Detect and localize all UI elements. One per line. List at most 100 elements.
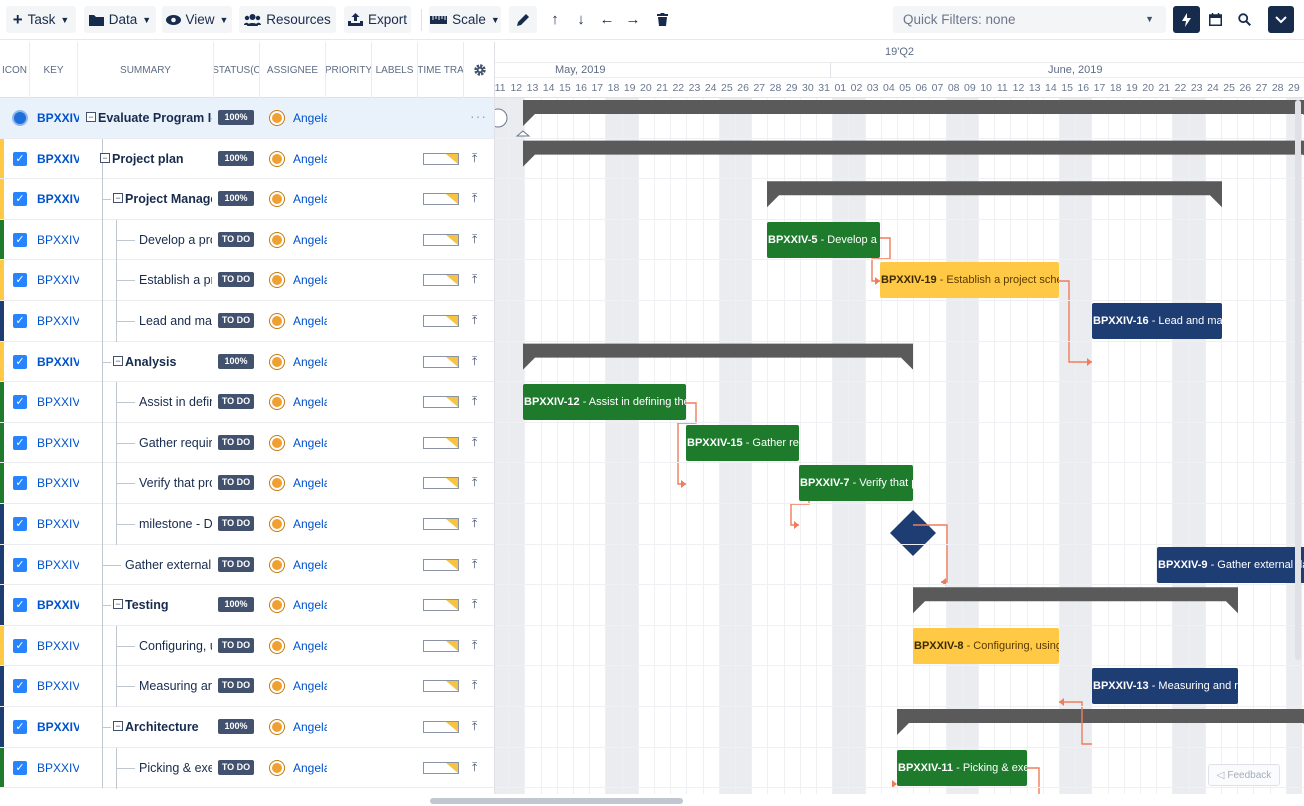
pin-to-top-icon[interactable]: ⤒ <box>472 313 477 328</box>
issue-summary[interactable]: Architecture <box>125 707 212 747</box>
column-header-time-tracking[interactable]: TIME TRA <box>418 42 464 98</box>
assignee-name[interactable]: Angela <box>293 666 327 706</box>
issue-summary[interactable]: Picking & executing <box>139 748 212 788</box>
issue-key[interactable]: BPXXIV <box>37 585 79 625</box>
issue-key[interactable]: BPXXIV <box>37 423 79 463</box>
pin-to-top-icon[interactable]: ⤒ <box>472 354 477 369</box>
vertical-scrollbar[interactable] <box>1295 100 1301 660</box>
assignee-name[interactable]: Angela <box>293 342 327 382</box>
task-bar[interactable]: BPXXIV-7 - Verify that process <box>799 465 913 502</box>
column-header-priority[interactable]: PRIORITY <box>326 42 372 98</box>
task-bar[interactable]: BPXXIV-11 - Picking & executing <box>897 749 1027 786</box>
collapse-toggle-icon[interactable]: − <box>100 152 110 163</box>
task-bar[interactable]: BPXXIV-12 - Assist in defining the <box>523 384 686 421</box>
issue-key[interactable]: BPXXIV <box>37 748 79 788</box>
task-bar[interactable]: BPXXIV-8 - Configuring, using, <box>913 627 1059 664</box>
issue-summary[interactable]: milestone - Done <box>139 504 212 544</box>
more-icon[interactable]: ··· <box>470 108 487 124</box>
issue-key[interactable]: BPXXIV <box>37 382 79 422</box>
issue-summary[interactable]: Gather external data <box>125 545 212 585</box>
assignee-name[interactable]: Angela <box>293 139 327 179</box>
column-header-icon[interactable]: ICON <box>0 42 30 98</box>
collapse-toggle-icon[interactable]: − <box>113 599 123 610</box>
issue-key[interactable]: BPXXIV <box>37 545 79 585</box>
column-header-key[interactable]: KEY <box>30 42 78 98</box>
table-row[interactable]: ✓ BPXXIV Establish a project TO DO Angela ⤒ <box>0 260 494 302</box>
issue-key[interactable]: BPXXIV <box>37 626 79 666</box>
issue-summary[interactable]: Measuring and <box>139 666 212 706</box>
collapse-toggle-icon[interactable]: − <box>113 193 123 204</box>
pin-to-top-icon[interactable]: ⤒ <box>472 232 477 247</box>
issue-summary[interactable]: Project Management <box>125 179 212 219</box>
table-row[interactable]: ✓ BPXXIV Develop a project TO DO Angela ⤒ <box>0 219 494 261</box>
pin-to-top-icon[interactable]: ⤒ <box>472 719 477 734</box>
assignee-name[interactable]: Angela <box>293 179 327 219</box>
calendar-button[interactable] <box>1203 6 1227 33</box>
issue-key[interactable]: BPXXIV <box>37 666 79 706</box>
assignee-name[interactable]: Angela <box>293 260 327 300</box>
column-header-labels[interactable]: LABELS <box>372 42 418 98</box>
assignee-name[interactable]: Angela <box>293 463 327 503</box>
assignee-name[interactable]: Angela <box>293 707 327 747</box>
pin-to-top-icon[interactable]: ⤒ <box>472 191 477 206</box>
assignee-name[interactable]: Angela <box>293 382 327 422</box>
issue-key[interactable]: BPXXIV <box>37 463 79 503</box>
task-bar[interactable]: BPXXIV-5 - Develop a project plan <box>767 221 880 258</box>
issue-key[interactable]: BPXXIV <box>37 179 79 219</box>
pin-to-top-icon[interactable]: ⤒ <box>472 678 477 693</box>
export-button[interactable]: Export <box>344 6 411 33</box>
column-header-summary[interactable]: SUMMARY <box>78 42 214 98</box>
feedback-button[interactable]: ◁ Feedback <box>1208 764 1280 786</box>
table-row[interactable]: ✓ BPXXIV −Project Management 100% Angela ⤒ <box>0 179 494 221</box>
table-row[interactable]: ✓ BPXXIV Configuring, using TO DO Angela ⤒ <box>0 625 494 667</box>
assignee-name[interactable]: Angela <box>293 98 327 138</box>
pin-to-top-icon[interactable]: ⤒ <box>472 557 477 572</box>
issue-summary[interactable]: Configuring, using <box>139 626 212 666</box>
issue-summary[interactable]: Verify that process <box>139 463 212 503</box>
data-menu-button[interactable]: Data ▼ <box>84 6 156 33</box>
task-bar[interactable]: BPXXIV-19 - Establish a project schedule <box>880 262 1059 299</box>
column-settings-button[interactable] <box>464 42 494 98</box>
assignee-name[interactable]: Angela <box>293 220 327 260</box>
pin-to-top-icon[interactable]: ⤒ <box>472 435 477 450</box>
pin-to-top-icon[interactable]: ⤒ <box>472 475 477 490</box>
table-row[interactable]: ✓ BPXXIV − Analysis 100% Angela ⤒ <box>0 341 494 383</box>
collapse-toggle-icon[interactable]: − <box>86 112 96 122</box>
issue-summary[interactable]: Testing <box>125 585 212 625</box>
assignee-name[interactable]: Angela <box>293 504 327 544</box>
table-row[interactable]: BPXXIV − Evaluate Program I-II 100% Angela ··… <box>0 98 494 139</box>
search-button[interactable] <box>1232 6 1256 33</box>
pin-to-top-icon[interactable]: ⤒ <box>472 516 477 531</box>
delete-button[interactable] <box>650 6 674 33</box>
assignee-name[interactable]: Angela <box>293 626 327 666</box>
task-menu-button[interactable]: + Task ▼ <box>6 6 76 33</box>
scale-menu-button[interactable]: Scale ▼ <box>429 6 501 33</box>
issue-key[interactable]: BPXXIV <box>37 301 79 341</box>
task-bar[interactable]: BPXXIV-15 - Gather requirements <box>686 424 799 461</box>
pin-to-top-icon[interactable]: ⤒ <box>472 638 477 653</box>
table-row[interactable]: ✓ BPXXIV Verify that process TO DO Angela ⤒ <box>0 463 494 505</box>
pin-to-top-icon[interactable]: ⤒ <box>472 272 477 287</box>
table-row[interactable]: ✓ BPXXIV Gather external data TO DO Angela ⤒ <box>0 544 494 586</box>
pin-to-top-icon[interactable]: ⤒ <box>472 760 477 775</box>
issue-summary[interactable]: Analysis <box>125 342 212 382</box>
move-up-button[interactable]: ↑ <box>543 6 567 33</box>
table-row[interactable]: ✓ BPXXIV Picking & executing TO DO Angela ⤒ <box>0 747 494 789</box>
indent-button[interactable]: → <box>621 6 645 33</box>
horizontal-scrollbar[interactable] <box>430 798 683 804</box>
issue-summary[interactable]: Assist in defining <box>139 382 212 422</box>
pin-to-top-icon[interactable]: ⤒ <box>472 597 477 612</box>
column-header-assignee[interactable]: ASSIGNEE <box>260 42 326 98</box>
move-down-button[interactable]: ↓ <box>569 6 593 33</box>
outdent-button[interactable]: ← <box>595 6 619 33</box>
issue-key[interactable]: BPXXIV <box>37 504 79 544</box>
assignee-name[interactable]: Angela <box>293 545 327 585</box>
table-row[interactable]: ✓ BPXXIV − Testing 100% Angela ⤒ <box>0 585 494 627</box>
issue-summary[interactable]: Lead and manage <box>139 301 212 341</box>
issue-summary[interactable]: Evaluate Program I-II <box>98 98 212 138</box>
edit-button[interactable] <box>509 6 537 33</box>
issue-key[interactable]: BPXXIV <box>37 139 79 179</box>
column-header-status[interactable]: STATUS(C <box>214 42 260 98</box>
pin-to-top-icon[interactable]: ⤒ <box>472 151 477 166</box>
table-row[interactable]: ✓ BPXXIV Measuring and TO DO Angela ⤒ <box>0 666 494 708</box>
